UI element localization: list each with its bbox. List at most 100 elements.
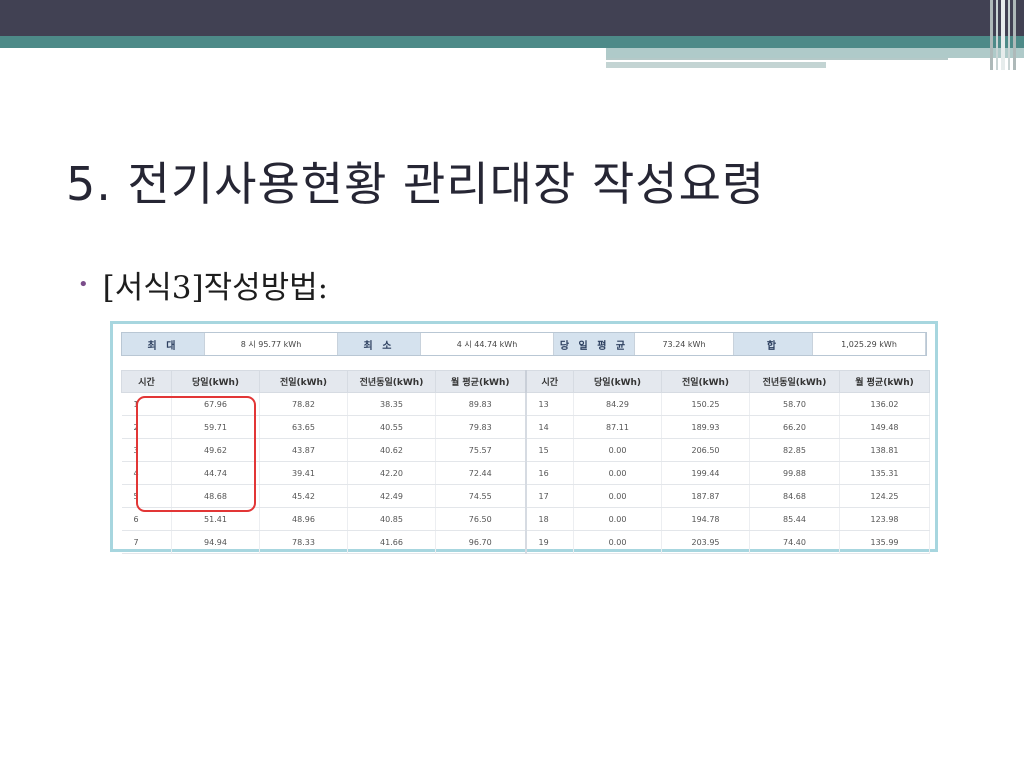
table-cell: 79.83: [435, 415, 527, 439]
header-accent-line: [606, 58, 948, 60]
slide-title: 5. 전기사용현황 관리대장 작성요령: [66, 157, 766, 211]
table-cell: 13: [525, 392, 574, 416]
summary-sum-value: 1,025.29 kWh: [812, 333, 926, 355]
table-cell: 48.68: [171, 484, 260, 508]
table-cell: 18: [525, 507, 574, 531]
table-cell: 7: [121, 530, 172, 554]
table-cell: 0.00: [573, 507, 662, 531]
col-header: 당일(kWh): [573, 370, 662, 393]
table-row: 6 51.41 48.96 40.85 76.50 18 0.00 194.78 85.44 12…: [121, 507, 930, 531]
table-row: 2 59.71 63.65 40.55 79.83 14 87.11 189.93 66.20 1…: [121, 415, 930, 439]
table-cell: 14: [525, 415, 574, 439]
table-cell: 0.00: [573, 484, 662, 508]
table-cell: 16: [525, 461, 574, 485]
table-cell: 44.74: [171, 461, 260, 485]
table-row: 4 44.74 39.41 42.20 72.44 16 0.00 199.44 99.88 13…: [121, 461, 930, 485]
col-header: 시간: [121, 370, 172, 393]
table-cell: 89.83: [435, 392, 527, 416]
header-teal-band: [0, 36, 1024, 48]
table-cell: 187.87: [661, 484, 750, 508]
table-row: 5 48.68 45.42 42.49 74.55 17 0.00 187.87 84.68 12…: [121, 484, 930, 508]
table-cell: 40.62: [347, 438, 436, 462]
table-cell: 194.78: [661, 507, 750, 531]
header-teal-accent: [606, 48, 1024, 58]
summary-avg-label: 당 일 평 균: [554, 333, 634, 355]
bullet-item: • [서식3]작성방법:: [78, 262, 328, 307]
table-cell: 94.94: [171, 530, 260, 554]
table-cell: 76.50: [435, 507, 527, 531]
header-accent-line-2: [606, 62, 826, 68]
table-cell: 42.49: [347, 484, 436, 508]
table-cell: 40.85: [347, 507, 436, 531]
table-cell: 138.81: [839, 438, 930, 462]
table-cell: 150.25: [661, 392, 750, 416]
table-cell: 17: [525, 484, 574, 508]
summary-max-label: 최 대: [122, 333, 204, 355]
summary-avg-value: 73.24 kWh: [634, 333, 734, 355]
bullet-dot-icon: •: [78, 274, 89, 295]
col-header: 전년동일(kWh): [749, 370, 840, 393]
table-cell: 4: [121, 461, 172, 485]
table-cell: 85.44: [749, 507, 840, 531]
table-cell: 87.11: [573, 415, 662, 439]
table-cell: 203.95: [661, 530, 750, 554]
table-cell: 99.88: [749, 461, 840, 485]
table-cell: 149.48: [839, 415, 930, 439]
bullet-text: [서식3]작성방법:: [102, 270, 329, 306]
table-cell: 206.50: [661, 438, 750, 462]
table-cell: 74.55: [435, 484, 527, 508]
usage-table-screenshot: 최 대 8 시 95.77 kWh 최 소 4 시 44.74 kWh 당 일 …: [110, 321, 938, 554]
table-cell: 49.62: [171, 438, 260, 462]
table-cell: 2: [121, 415, 172, 439]
table-header-row: 시간 당일(kWh) 전일(kWh) 전년동일(kWh) 월 평균(kWh) 시…: [121, 370, 930, 393]
header-dark-band: [0, 0, 1024, 36]
col-header: 당일(kWh): [171, 370, 260, 393]
table-cell: 39.41: [259, 461, 348, 485]
table-cell: 51.41: [171, 507, 260, 531]
table-cell: 84.68: [749, 484, 840, 508]
table-cell: 189.93: [661, 415, 750, 439]
summary-max-value: 8 시 95.77 kWh: [204, 333, 338, 355]
table-cell: 199.44: [661, 461, 750, 485]
table-row: 7 94.94 78.33 41.66 96.70 19 0.00 203.95 74.40 13…: [121, 530, 930, 554]
summary-min-value: 4 시 44.74 kWh: [420, 333, 554, 355]
table-cell: 40.55: [347, 415, 436, 439]
table-cell: 84.29: [573, 392, 662, 416]
hourly-usage-table: 시간 당일(kWh) 전일(kWh) 전년동일(kWh) 월 평균(kWh) 시…: [121, 370, 930, 554]
table-cell: 59.71: [171, 415, 260, 439]
table-cell: 1: [121, 392, 172, 416]
table-cell: 136.02: [839, 392, 930, 416]
table-cell: 6: [121, 507, 172, 531]
table-cell: 123.98: [839, 507, 930, 531]
summary-sum-label: 합: [734, 333, 812, 355]
table-cell: 75.57: [435, 438, 527, 462]
col-header: 전일(kWh): [661, 370, 750, 393]
table-cell: 45.42: [259, 484, 348, 508]
table-cell: 15: [525, 438, 574, 462]
table-cell: 66.20: [749, 415, 840, 439]
col-header: 월 평균(kWh): [435, 370, 527, 393]
table-cell: 67.96: [171, 392, 260, 416]
col-header: 전년동일(kWh): [347, 370, 436, 393]
table-cell: 124.25: [839, 484, 930, 508]
table-cell: 72.44: [435, 461, 527, 485]
summary-min-label: 최 소: [338, 333, 420, 355]
table-cell: 3: [121, 438, 172, 462]
col-header: 시간: [525, 370, 574, 393]
table-cell: 19: [525, 530, 574, 554]
table-cell: 135.99: [839, 530, 930, 554]
col-header: 월 평균(kWh): [839, 370, 930, 393]
table-cell: 96.70: [435, 530, 527, 554]
table-cell: 78.82: [259, 392, 348, 416]
table-cell: 0.00: [573, 461, 662, 485]
summary-bar: 최 대 8 시 95.77 kWh 최 소 4 시 44.74 kWh 당 일 …: [121, 332, 927, 356]
table-row: 3 49.62 43.87 40.62 75.57 15 0.00 206.50 82.85 13…: [121, 438, 930, 462]
col-header: 전일(kWh): [259, 370, 348, 393]
table-cell: 82.85: [749, 438, 840, 462]
header-stripes: [990, 0, 1024, 70]
table-cell: 63.65: [259, 415, 348, 439]
table-cell: 0.00: [573, 530, 662, 554]
table-cell: 58.70: [749, 392, 840, 416]
table-cell: 74.40: [749, 530, 840, 554]
table-row: 1 67.96 78.82 38.35 89.83 13 84.29 150.25 58.70 1…: [121, 392, 930, 416]
